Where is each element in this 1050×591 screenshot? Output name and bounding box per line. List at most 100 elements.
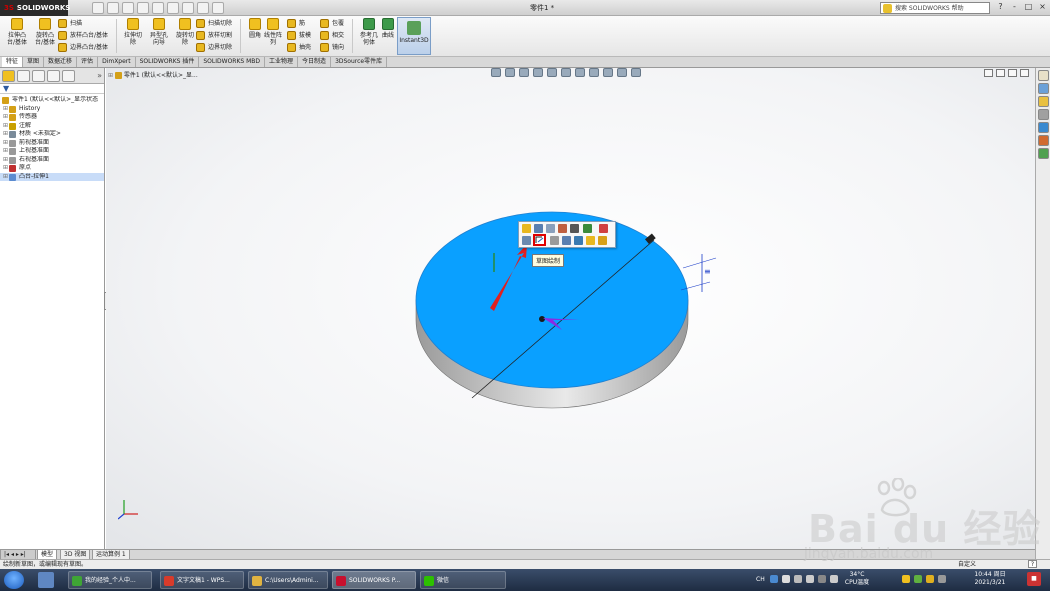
display-manager-tab-icon[interactable] xyxy=(62,70,75,82)
tray-app-icon[interactable] xyxy=(914,575,922,583)
design-library-icon[interactable] xyxy=(1037,83,1049,94)
help-icon[interactable]: ? xyxy=(1028,560,1037,568)
expand-panel-icon[interactable]: » xyxy=(97,70,102,81)
notification-icon[interactable]: ■ xyxy=(1027,572,1041,586)
tab-solidworks-addins[interactable]: SOLIDWORKS 插件 xyxy=(136,57,200,67)
forum-icon[interactable] xyxy=(1037,148,1049,159)
help-search-input[interactable]: 搜索 SOLIDWORKS 帮助 xyxy=(880,2,990,14)
tray-app-icon[interactable] xyxy=(938,575,946,583)
tree-item[interactable]: ⊞ 凸台-拉伸1 xyxy=(0,172,104,182)
expand-icon[interactable]: ⊞ xyxy=(3,113,8,122)
minimize-button[interactable]: - xyxy=(1009,1,1020,13)
loft-button[interactable]: 放样凸台/基体 xyxy=(58,30,108,41)
instant3d-button[interactable]: Instant3D xyxy=(397,17,431,55)
solidworks-resources-icon[interactable] xyxy=(1037,70,1049,81)
measure-icon[interactable] xyxy=(598,236,607,245)
expand-icon[interactable]: ⊞ xyxy=(3,147,8,156)
expand-icon[interactable]: ⊞ xyxy=(3,130,8,139)
taskbar-browser[interactable]: 我的经验_个人中... xyxy=(68,571,152,589)
rollback-icon[interactable] xyxy=(558,224,567,233)
tree-item[interactable]: ⊞ 前视基准面 xyxy=(0,139,104,148)
save-icon[interactable] xyxy=(122,2,134,14)
help-button[interactable]: ? xyxy=(995,1,1006,13)
tree-item[interactable]: ⊞ 原点 xyxy=(0,164,104,173)
sweep-button[interactable]: 扫描 xyxy=(58,18,82,29)
view-palette-icon[interactable] xyxy=(1037,109,1049,120)
linear-pattern-button[interactable]: 线性阵 列 xyxy=(258,18,288,54)
expand-icon[interactable]: ⊞ xyxy=(3,122,8,131)
filter-icon[interactable]: ▼ xyxy=(0,84,104,94)
suppress-icon[interactable] xyxy=(546,224,555,233)
volume-icon[interactable] xyxy=(830,575,838,583)
tray-app-icon[interactable] xyxy=(902,575,910,583)
tab-sketch[interactable]: 草图 xyxy=(23,57,45,67)
rebuild-icon[interactable] xyxy=(182,2,194,14)
print-icon[interactable] xyxy=(137,2,149,14)
graphics-area[interactable]: ⊞ 零件1 (默认<<默认>_显... ≡ xyxy=(106,68,1035,549)
rib-button[interactable]: 筋 xyxy=(287,18,305,29)
custom-properties-icon[interactable] xyxy=(1037,135,1049,146)
expand-icon[interactable]: ⊞ xyxy=(3,139,8,148)
expand-icon[interactable]: ⊞ xyxy=(3,164,8,173)
shell-button[interactable]: 抽壳 xyxy=(287,42,311,53)
file-properties-icon[interactable] xyxy=(197,2,209,14)
edit-sketch-icon[interactable] xyxy=(534,224,543,233)
file-explorer-icon[interactable] xyxy=(1037,96,1049,107)
taskbar-wechat[interactable]: 微信 xyxy=(420,571,506,589)
tree-item[interactable]: ⊞ 右视基准面 xyxy=(0,156,104,165)
ime-mode-icon[interactable] xyxy=(782,575,790,583)
open-document-icon[interactable] xyxy=(107,2,119,14)
feature-manager-tab-icon[interactable] xyxy=(2,70,15,82)
undo-icon[interactable] xyxy=(152,2,164,14)
tab-dimxpert[interactable]: DimXpert xyxy=(98,57,136,67)
tab-evaluate[interactable]: 评估 xyxy=(77,57,99,67)
property-manager-tab-icon[interactable] xyxy=(17,70,30,82)
settings-icon[interactable] xyxy=(794,575,802,583)
expand-icon[interactable]: ⊞ xyxy=(3,173,8,182)
new-document-icon[interactable] xyxy=(92,2,104,14)
intersect-button[interactable]: 相交 xyxy=(320,30,344,41)
hide-icon[interactable] xyxy=(550,236,559,245)
input-language[interactable]: CH xyxy=(756,576,765,583)
mirror-button[interactable]: 镜向 xyxy=(320,42,344,53)
taskbar-solidworks[interactable]: SOLIDWORKS P... xyxy=(332,571,416,589)
sketch-button[interactable] xyxy=(533,234,546,246)
appearances-icon[interactable] xyxy=(1037,122,1049,133)
configuration-manager-tab-icon[interactable] xyxy=(32,70,45,82)
tree-item[interactable]: ⊞ 传感器 xyxy=(0,113,104,122)
revolve-boss-button[interactable]: 旋转凸 台/基体 xyxy=(30,18,60,54)
tab-3dsource-library[interactable]: 3DSource零件库 xyxy=(331,57,388,67)
draft-button[interactable]: 拔模 xyxy=(287,30,311,41)
tab-industrial-physics[interactable]: 工业物理 xyxy=(265,57,299,67)
close-button[interactable]: × xyxy=(1037,1,1048,13)
maximize-button[interactable]: □ xyxy=(1023,1,1034,13)
desktop-icon[interactable] xyxy=(38,572,54,588)
model-view[interactable]: ≡ xyxy=(106,68,1035,549)
zoom-to-selection-icon[interactable] xyxy=(562,236,571,245)
clock[interactable]: 10:44 周日 2021/3/21 xyxy=(970,571,1010,587)
network-icon[interactable] xyxy=(818,575,826,583)
tray-app-icon[interactable] xyxy=(926,575,934,583)
options-icon[interactable] xyxy=(212,2,224,14)
dimxpert-manager-tab-icon[interactable] xyxy=(47,70,60,82)
lofted-cut-button[interactable]: 放样切割 xyxy=(196,30,232,41)
tree-item[interactable]: ⊞ 上视基准面 xyxy=(0,147,104,156)
tab-features[interactable]: 特征 xyxy=(2,57,24,67)
view-orientation-icon[interactable] xyxy=(574,236,583,245)
customize-dropdown[interactable]: 自定义 xyxy=(958,560,976,569)
swept-cut-button[interactable]: 扫描切除 xyxy=(196,18,232,29)
boundary-cut-button[interactable]: 边界切除 xyxy=(196,42,232,53)
start-button[interactable] xyxy=(4,571,24,589)
expand-icon[interactable]: ⊞ xyxy=(3,105,8,114)
appearance-icon[interactable] xyxy=(583,224,592,233)
solidworks-logo[interactable]: 3S SOLIDWORKS xyxy=(0,0,70,16)
expand-icon[interactable]: ⊞ xyxy=(3,156,8,165)
edit-icon[interactable] xyxy=(806,575,814,583)
wrap-button[interactable]: 包覆 xyxy=(320,18,344,29)
tree-item[interactable]: 零件1 (默认<<默认>_显示状态 xyxy=(0,96,104,105)
tree-item[interactable]: ⊞ 材质 <未指定> xyxy=(0,130,104,139)
tree-item[interactable]: ⊞ 注解 xyxy=(0,122,104,131)
tab-solidworks-mbd[interactable]: SOLIDWORKS MBD xyxy=(199,57,266,67)
insert-sketch-icon[interactable] xyxy=(586,236,595,245)
extrude-boss-button[interactable]: 拉伸凸 台/基体 xyxy=(2,18,32,54)
